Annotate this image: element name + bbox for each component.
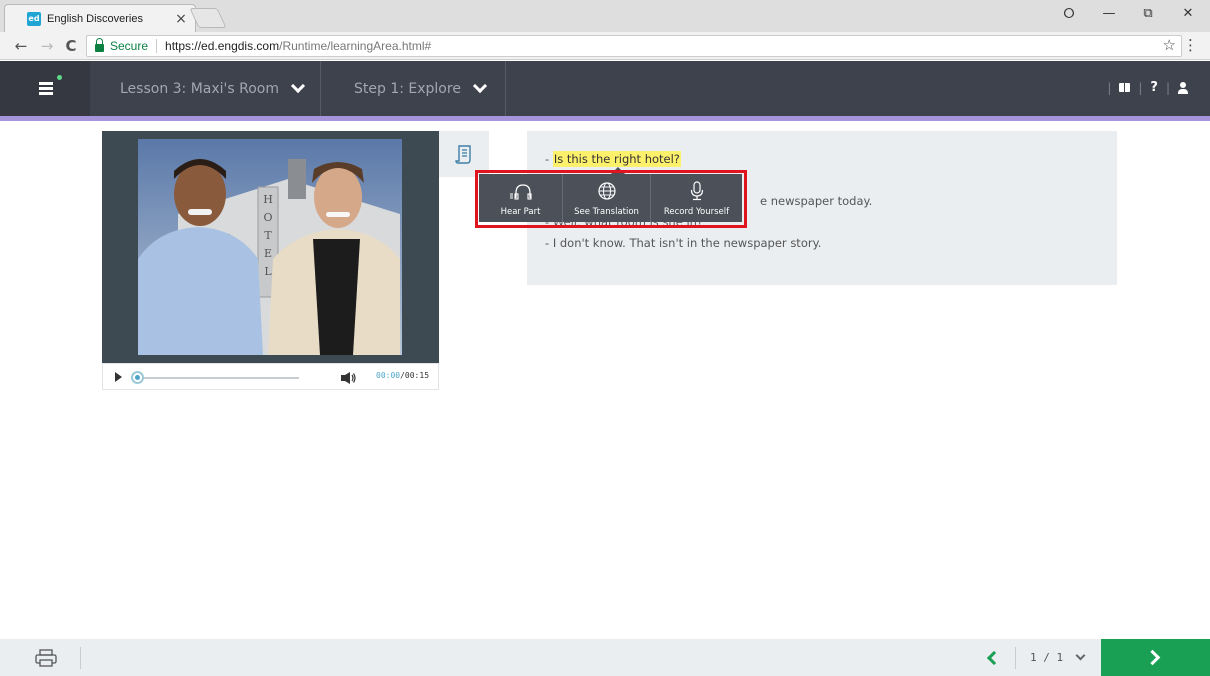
current-time: 00:00 <box>376 371 401 380</box>
footer-divider <box>80 647 81 669</box>
browser-menu-icon[interactable]: ⋮ <box>1183 36 1198 54</box>
hamburger-icon <box>39 82 53 97</box>
page-selector[interactable]: 1 / 1 <box>1030 650 1086 664</box>
line-prefix: - <box>545 152 553 166</box>
minimize-button[interactable]: — <box>1094 6 1124 26</box>
help-icon[interactable]: ? <box>1150 80 1158 95</box>
header-tools: | | ? | <box>1107 80 1188 95</box>
notification-dot <box>57 75 62 80</box>
volume-icon[interactable] <box>341 372 357 384</box>
profile-icon[interactable]: ⭘ <box>1054 6 1084 26</box>
video-frame[interactable]: H O T E L <box>138 139 402 355</box>
header-divider: | <box>1138 80 1143 95</box>
video-still-two-men-hotel: H O T E L <box>138 139 402 355</box>
lesson-label: Lesson 3: Maxi's Room <box>120 80 280 97</box>
svg-text:E: E <box>264 247 272 260</box>
chevron-down-icon <box>472 78 488 93</box>
url-host: https://ed.engdis.com <box>165 39 280 53</box>
browser-tab[interactable]: ed English Discoveries × <box>4 4 196 32</box>
next-page-button[interactable] <box>1101 639 1210 676</box>
header-divider: | <box>1165 80 1170 95</box>
header-accent-bar <box>0 116 1210 121</box>
step-selector[interactable]: Step 1: Explore <box>321 61 506 116</box>
video-player: H O T E L 00:00/00:15 <box>102 131 439 390</box>
address-bar[interactable]: Secure https://ed.engdis.com/Runtime/lea… <box>86 35 1182 57</box>
url-path: /Runtime/learningArea.html# <box>279 39 432 53</box>
transcript-line[interactable]: - Is this the right hotel? <box>545 149 1117 170</box>
reload-icon[interactable]: C <box>62 37 80 55</box>
restore-button[interactable]: ⧉ <box>1133 6 1163 26</box>
footer-divider <box>1015 647 1016 669</box>
player-controls: 00:00/00:15 <box>102 363 439 390</box>
svg-text:L: L <box>264 265 272 278</box>
highlighted-line-text[interactable]: Is this the right hotel? <box>552 151 681 167</box>
page-indicator-text: 1 / 1 <box>1030 651 1064 664</box>
line-prefix: - <box>545 236 553 250</box>
app-header: Lesson 3: Maxi's Room Step 1: Explore | … <box>0 61 1210 116</box>
progress-slider-handle[interactable] <box>131 371 144 384</box>
browser-tab-strip: ed English Discoveries × ⭘ — ⧉ ✕ <box>0 0 1210 32</box>
play-icon[interactable] <box>115 372 122 382</box>
line-text[interactable]: e newspaper today. <box>760 194 872 208</box>
back-icon[interactable]: ← <box>12 37 30 55</box>
secure-label: Secure <box>110 39 149 53</box>
bookmark-star-icon[interactable]: ☆ <box>1163 36 1176 54</box>
script-scroll-icon <box>455 145 471 164</box>
user-profile-icon[interactable] <box>1178 81 1188 94</box>
chevron-down-icon <box>290 78 306 93</box>
duration: 00:15 <box>404 371 430 380</box>
line-text[interactable]: I don't know. That isn't in the newspape… <box>553 236 822 250</box>
tab-title: English Discoveries <box>47 12 143 25</box>
forward-icon[interactable]: → <box>38 37 56 55</box>
print-icon[interactable] <box>34 649 58 667</box>
footer-bar: 1 / 1 <box>0 639 1210 676</box>
highlight-annotation-box <box>475 170 747 228</box>
lesson-selector[interactable]: Lesson 3: Maxi's Room <box>90 61 321 116</box>
browser-toolbar: ← → C Secure https://ed.engdis.com/Runti… <box>0 32 1210 60</box>
header-divider: | <box>1107 80 1112 95</box>
tab-close-icon[interactable]: × <box>171 11 191 27</box>
svg-text:T: T <box>264 229 272 242</box>
chevron-left-icon <box>986 650 1002 666</box>
omnibox-divider <box>156 39 158 53</box>
transcript-line[interactable]: - I don't know. That isn't in the newspa… <box>545 233 1117 254</box>
previous-page-button[interactable] <box>972 644 1012 672</box>
site-favicon-icon: ed <box>27 11 41 26</box>
progress-track[interactable] <box>137 377 299 379</box>
close-window-button[interactable]: ✕ <box>1173 6 1203 26</box>
step-label: Step 1: Explore <box>354 80 461 97</box>
time-display: 00:00/00:15 <box>376 371 429 380</box>
dictionary-book-icon[interactable] <box>1119 83 1131 92</box>
svg-text:O: O <box>263 211 272 224</box>
svg-text:H: H <box>263 193 273 206</box>
lock-icon <box>95 38 104 52</box>
main-menu-button[interactable] <box>0 61 90 116</box>
chevron-down-icon <box>1075 650 1086 661</box>
chevron-right-icon <box>1144 649 1161 666</box>
